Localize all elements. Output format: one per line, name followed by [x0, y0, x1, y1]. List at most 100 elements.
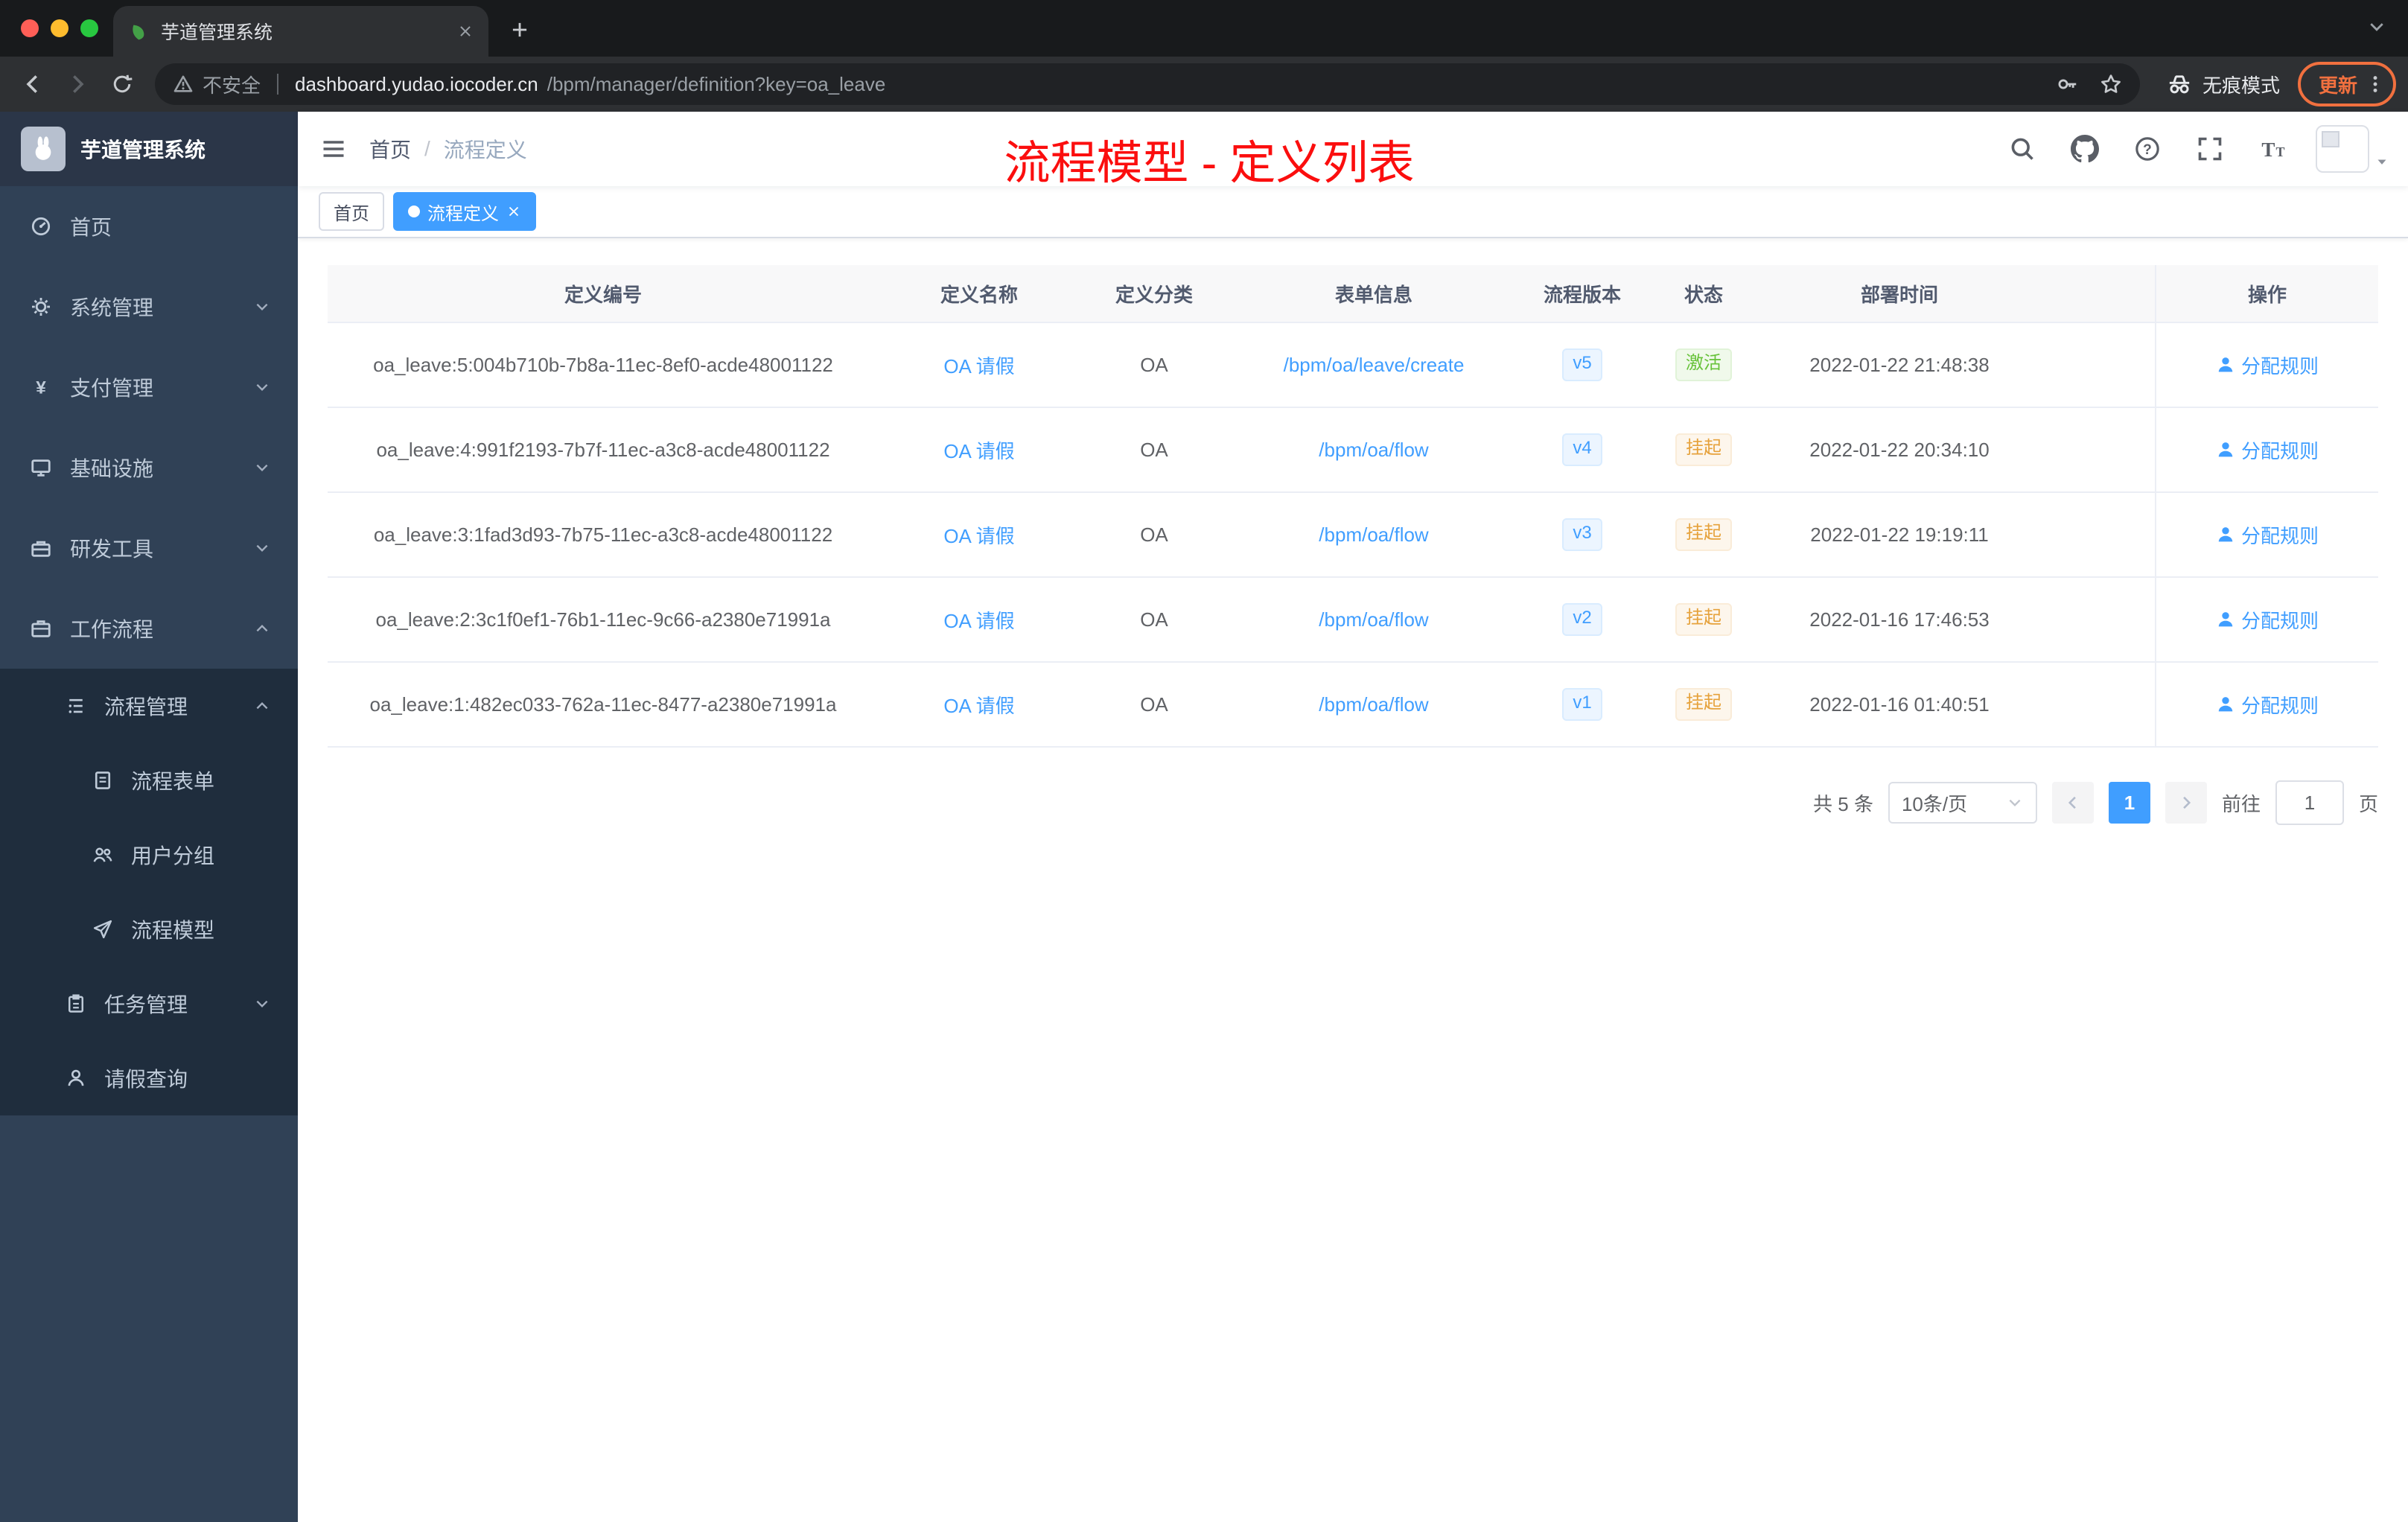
- sidebar-item-devtools[interactable]: 研发工具: [0, 508, 298, 588]
- form-link[interactable]: /bpm/oa/flow: [1319, 439, 1428, 462]
- version-badge: v4: [1562, 433, 1602, 466]
- tag-home[interactable]: 首页: [319, 192, 384, 231]
- close-window-button[interactable]: [21, 19, 39, 37]
- sidebar-item-workflow[interactable]: 工作流程: [0, 588, 298, 669]
- column-header-time: 部署时间: [1860, 283, 1938, 306]
- page-size-select[interactable]: 10条/页: [1888, 782, 2037, 824]
- column-header-action: 操作: [2155, 265, 2378, 322]
- status-badge: 挂起: [1675, 518, 1732, 551]
- forward-button[interactable]: [57, 63, 98, 105]
- definition-name-link[interactable]: OA 请假: [943, 436, 1014, 464]
- caret-down-icon: [2374, 153, 2390, 170]
- sidebar-item-leave-query[interactable]: 请假查询: [0, 1041, 298, 1115]
- bookmark-star-icon[interactable]: [2100, 73, 2122, 95]
- reload-button[interactable]: [101, 63, 143, 105]
- sidebar-item-user-group[interactable]: 用户分组: [0, 818, 298, 892]
- browser-tab[interactable]: 芋道管理系统: [113, 6, 488, 57]
- sidebar-item-system[interactable]: 系统管理: [0, 267, 298, 347]
- tags-view: 首页 流程定义: [298, 186, 2408, 238]
- tab-search-chevron-icon[interactable]: [2366, 16, 2387, 37]
- page-number-button[interactable]: 1: [2108, 782, 2150, 824]
- definition-name-link[interactable]: OA 请假: [943, 351, 1014, 379]
- definition-name-link[interactable]: OA 请假: [943, 606, 1014, 634]
- hamburger-icon[interactable]: [298, 112, 369, 186]
- kebab-menu-icon[interactable]: [2365, 74, 2386, 95]
- column-filler: [2037, 265, 2155, 322]
- chevron-down-icon: [2006, 794, 2024, 812]
- sidebar-item-process-form[interactable]: 流程表单: [0, 743, 298, 818]
- tab-close-icon[interactable]: [457, 23, 474, 39]
- sidebar-item-home[interactable]: 首页: [0, 186, 298, 267]
- column-header-name: 定义名称: [940, 283, 1018, 306]
- assign-rule-link[interactable]: 分配规则: [2216, 351, 2319, 379]
- new-tab-button[interactable]: [500, 10, 539, 49]
- form-link[interactable]: /bpm/oa/flow: [1319, 523, 1428, 547]
- assign-rule-link[interactable]: 分配规则: [2216, 521, 2319, 549]
- fullscreen-icon[interactable]: [2185, 124, 2235, 174]
- form-link[interactable]: /bpm/oa/leave/create: [1284, 354, 1465, 377]
- column-header-id: 定义编号: [564, 283, 642, 306]
- next-page-button[interactable]: [2165, 782, 2207, 824]
- browser-tabstrip: 芋道管理系统: [0, 0, 2408, 57]
- sidebar-logo[interactable]: 芋道管理系统: [0, 112, 298, 186]
- column-header-form: 表单信息: [1334, 283, 1412, 306]
- search-icon[interactable]: [1997, 124, 2048, 174]
- status-badge: 挂起: [1675, 603, 1732, 636]
- font-size-icon[interactable]: [2247, 124, 2298, 174]
- maximize-window-button[interactable]: [80, 19, 98, 37]
- assign-rule-label: 分配规则: [2240, 694, 2319, 717]
- sidebar-item-label: 支付管理: [70, 377, 154, 400]
- sidebar-item-task-management[interactable]: 任务管理: [0, 967, 298, 1041]
- sidebar-item-payment[interactable]: 支付管理: [0, 347, 298, 427]
- sidebar-item-process-model[interactable]: 流程模型: [0, 892, 298, 967]
- goto-unit: 页: [2358, 792, 2378, 815]
- breadcrumb-home[interactable]: 首页: [369, 134, 411, 164]
- incognito-badge: 无痕模式: [2167, 71, 2280, 98]
- update-browser-button[interactable]: 更新: [2297, 62, 2396, 106]
- breadcrumb-separator: /: [424, 137, 430, 160]
- logo-rabbit-avatar: [21, 127, 66, 171]
- definition-category: OA: [1140, 438, 1168, 461]
- version-badge: v2: [1562, 603, 1602, 636]
- github-icon[interactable]: [2060, 124, 2110, 174]
- minimize-window-button[interactable]: [51, 19, 69, 37]
- definition-name-link[interactable]: OA 请假: [943, 521, 1014, 549]
- sidebar-item-label: 任务管理: [104, 993, 188, 1016]
- briefcase-icon: [30, 617, 52, 640]
- divider: [277, 74, 279, 95]
- assign-rule-link[interactable]: 分配规则: [2216, 691, 2319, 719]
- active-dot: [408, 206, 420, 217]
- total-count: 共 5 条: [1813, 792, 1873, 815]
- incognito-icon: [2167, 71, 2192, 97]
- tag-process-definition[interactable]: 流程定义: [393, 192, 536, 231]
- goto-page-input[interactable]: [2275, 780, 2344, 825]
- user-avatar[interactable]: [2316, 125, 2390, 173]
- sidebar-item-process-management[interactable]: 流程管理: [0, 669, 298, 743]
- key-icon[interactable]: [2057, 73, 2079, 95]
- user-icon: [2216, 355, 2235, 375]
- form-link[interactable]: /bpm/oa/flow: [1319, 608, 1428, 631]
- status-badge: 挂起: [1675, 433, 1732, 466]
- form-link[interactable]: /bpm/oa/flow: [1319, 693, 1428, 716]
- help-icon[interactable]: [2122, 124, 2173, 174]
- sidebar-item-label: 系统管理: [70, 296, 154, 319]
- assign-rule-link[interactable]: 分配规则: [2216, 606, 2319, 634]
- tag-close-icon[interactable]: [506, 204, 521, 219]
- address-bar[interactable]: 不安全 dashboard.yudao.iocoder.cn /bpm/mana…: [155, 63, 2140, 105]
- url-path: /bpm/manager/definition?key=oa_leave: [547, 72, 886, 95]
- sidebar-item-label: 流程模型: [131, 919, 215, 942]
- sidebar-item-label: 请假查询: [104, 1068, 188, 1091]
- definition-name-link[interactable]: OA 请假: [943, 691, 1014, 719]
- user-icon: [2216, 610, 2235, 629]
- goto-label: 前往: [2221, 792, 2261, 815]
- assign-rule-link[interactable]: 分配规则: [2216, 436, 2319, 464]
- navbar-actions: [1997, 124, 2408, 174]
- sidebar-item-infrastructure[interactable]: 基础设施: [0, 427, 298, 508]
- back-button[interactable]: [12, 63, 54, 105]
- prev-page-button[interactable]: [2051, 782, 2094, 824]
- tag-label: 流程定义: [427, 203, 499, 224]
- table-row: oa_leave:5:004b710b-7b8a-11ec-8ef0-acde4…: [328, 323, 2378, 408]
- breadcrumb-current: 流程定义: [443, 138, 527, 162]
- paper-plane-icon: [92, 919, 113, 940]
- table-row: oa_leave:2:3c1f0ef1-76b1-11ec-9c66-a2380…: [328, 578, 2378, 663]
